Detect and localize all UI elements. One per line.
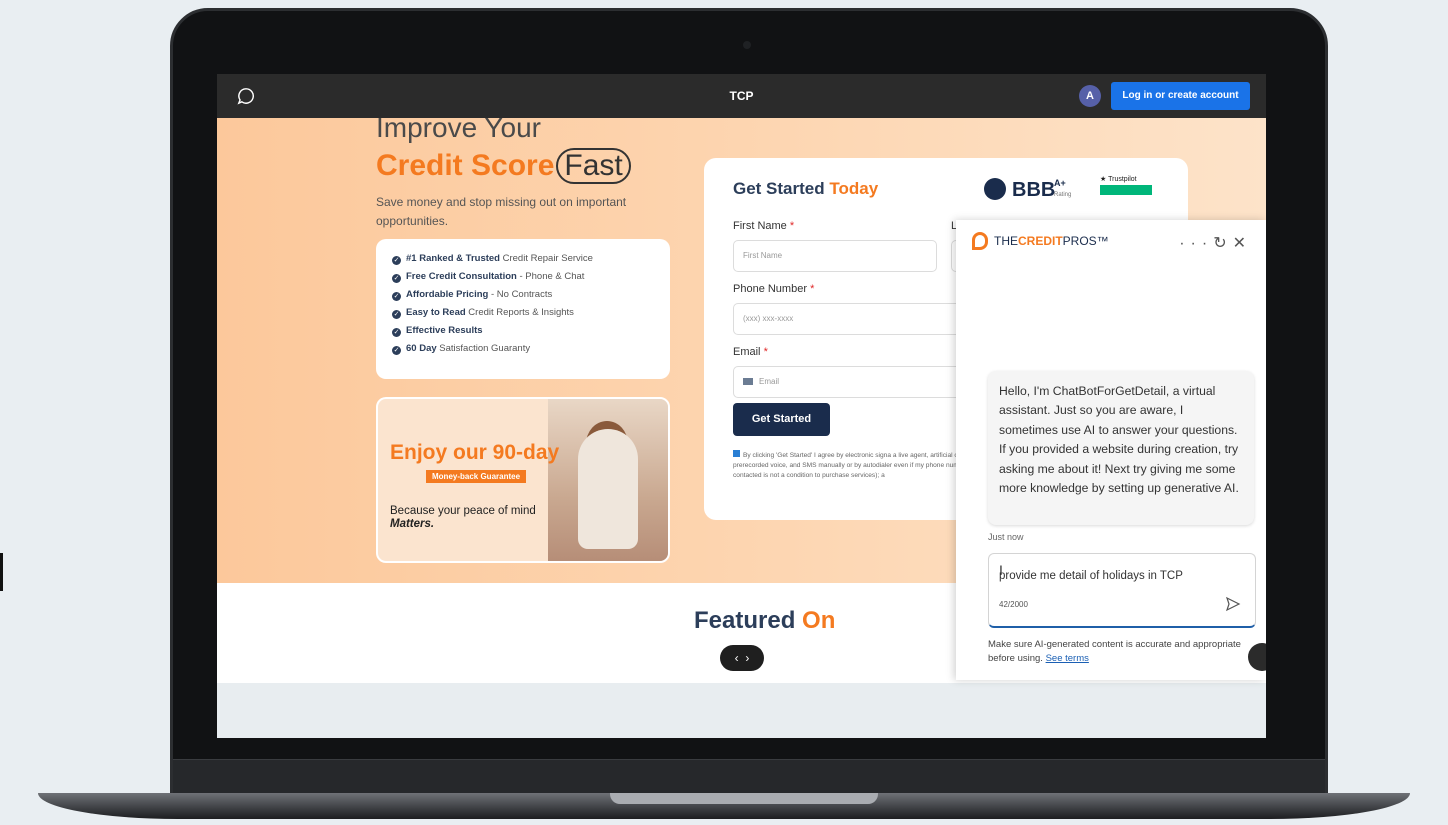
close-icon[interactable]: ✕ <box>1233 235 1252 252</box>
laptop-notch <box>610 793 878 804</box>
benefits-card: ✓ #1 Ranked & Trusted Credit Repair Servi… <box>376 239 670 379</box>
consent-checkbox[interactable] <box>733 450 740 457</box>
hero-subtitle: Save money and stop missing out on impor… <box>376 195 627 228</box>
login-button[interactable]: Log in or create account <box>1111 82 1250 110</box>
phone-label: Phone Number * <box>733 283 815 295</box>
featured-title: Featured On <box>694 607 836 634</box>
check-icon: ✓ <box>392 256 401 265</box>
chat-input-value[interactable]: provide me detail of holidays in TCP <box>999 570 1183 582</box>
benefit-item: ✓ Affordable Pricing - No Contracts <box>392 289 553 301</box>
check-icon: ✓ <box>392 346 401 355</box>
trustpilot-logo: ★ Trustpilot <box>1100 175 1152 195</box>
ai-disclaimer: Make sure AI-generated content is accura… <box>988 639 1241 664</box>
benefit-item: ✓ Easy to Read Credit Reports & Insights <box>392 307 574 319</box>
phone-input[interactable]: (xxx) xxx-xxxx <box>733 303 963 335</box>
more-options-icon[interactable]: ··· <box>1179 235 1213 252</box>
laptop-frame: TCP A Log in or create account Improve Y… <box>170 8 1328 798</box>
email-input[interactable]: Email <box>733 366 963 398</box>
floating-chat-button[interactable] <box>1248 643 1266 671</box>
char-counter: 42/2000 <box>999 600 1028 609</box>
promo-title: Enjoy our 90-day <box>390 441 560 464</box>
bbb-seal-icon <box>984 178 1006 200</box>
webcam-icon <box>743 41 751 49</box>
benefit-item: ✓ Free Credit Consultation - Phone & Chat <box>392 271 585 283</box>
send-icon[interactable] <box>1225 596 1241 612</box>
browser-screen: TCP A Log in or create account Improve Y… <box>217 74 1266 738</box>
check-icon: ✓ <box>392 310 401 319</box>
first-name-label: First Name * <box>733 220 795 232</box>
refresh-icon[interactable]: ↻ <box>1213 235 1232 252</box>
headline-circled-word: Fast <box>556 148 631 184</box>
promo-badge: Money-back Guarantee <box>426 470 527 483</box>
check-icon: ✓ <box>392 274 401 283</box>
headline-accent: Credit Score <box>376 149 555 182</box>
check-icon: ✓ <box>392 292 401 301</box>
trustpilot-stars-icon <box>1100 185 1152 195</box>
laptop-bezel <box>173 759 1325 795</box>
chat-input[interactable]: I provide me detail of holidays in TCP 4… <box>988 553 1256 628</box>
benefit-item: ✓ #1 Ranked & Trusted Credit Repair Servi… <box>392 253 593 265</box>
bot-message: Hello, I'm ChatBotForGetDetail, a virtua… <box>988 371 1254 525</box>
benefit-item: ✓ 60 Day Satisfaction Guaranty <box>392 343 531 355</box>
top-bar: TCP A Log in or create account <box>217 74 1266 118</box>
headline-line2: Credit Score Fast <box>376 148 631 184</box>
credit-pros-logo: THE CREDIT PROS™ <box>972 232 1109 250</box>
chat-panel: THE CREDIT PROS™ ···↻✕ Hello, I'm ChatBotF… <box>956 220 1266 680</box>
see-terms-link[interactable]: See terms <box>1046 653 1089 664</box>
check-icon: ✓ <box>392 328 401 337</box>
consent-text: By clicking 'Get Started' I agree by ele… <box>733 450 969 479</box>
photo-detail <box>578 429 638 549</box>
laptop-base <box>38 793 1410 819</box>
form-title: Get Started Today <box>733 179 879 198</box>
benefit-item: ✓ Effective Results <box>392 325 483 337</box>
carousel-controls: ‹ › <box>720 645 764 671</box>
email-label: Email * <box>733 346 768 358</box>
headline-line1: Improve Your <box>376 112 541 143</box>
bbb-logo: BBB <box>984 178 1055 202</box>
chevron-right-icon[interactable]: › <box>745 651 749 665</box>
credit-pros-icon <box>972 232 988 250</box>
edge-mark <box>0 553 3 591</box>
bbb-rating: A+ Rating <box>1054 178 1072 198</box>
app-title: TCP <box>729 89 754 103</box>
avatar[interactable]: A <box>1079 85 1101 107</box>
message-timestamp: Just now <box>988 532 1024 542</box>
first-name-input[interactable]: First Name <box>733 240 937 272</box>
guarantee-banner: Enjoy our 90-day Money-back Guarantee Be… <box>376 397 670 563</box>
get-started-button[interactable]: Get Started <box>733 403 830 436</box>
chat-actions: ···↻✕ <box>1179 233 1252 253</box>
chevron-left-icon[interactable]: ‹ <box>735 651 739 665</box>
mail-icon <box>743 378 753 385</box>
promo-text: Because your peace of mind Matters. <box>390 505 536 530</box>
